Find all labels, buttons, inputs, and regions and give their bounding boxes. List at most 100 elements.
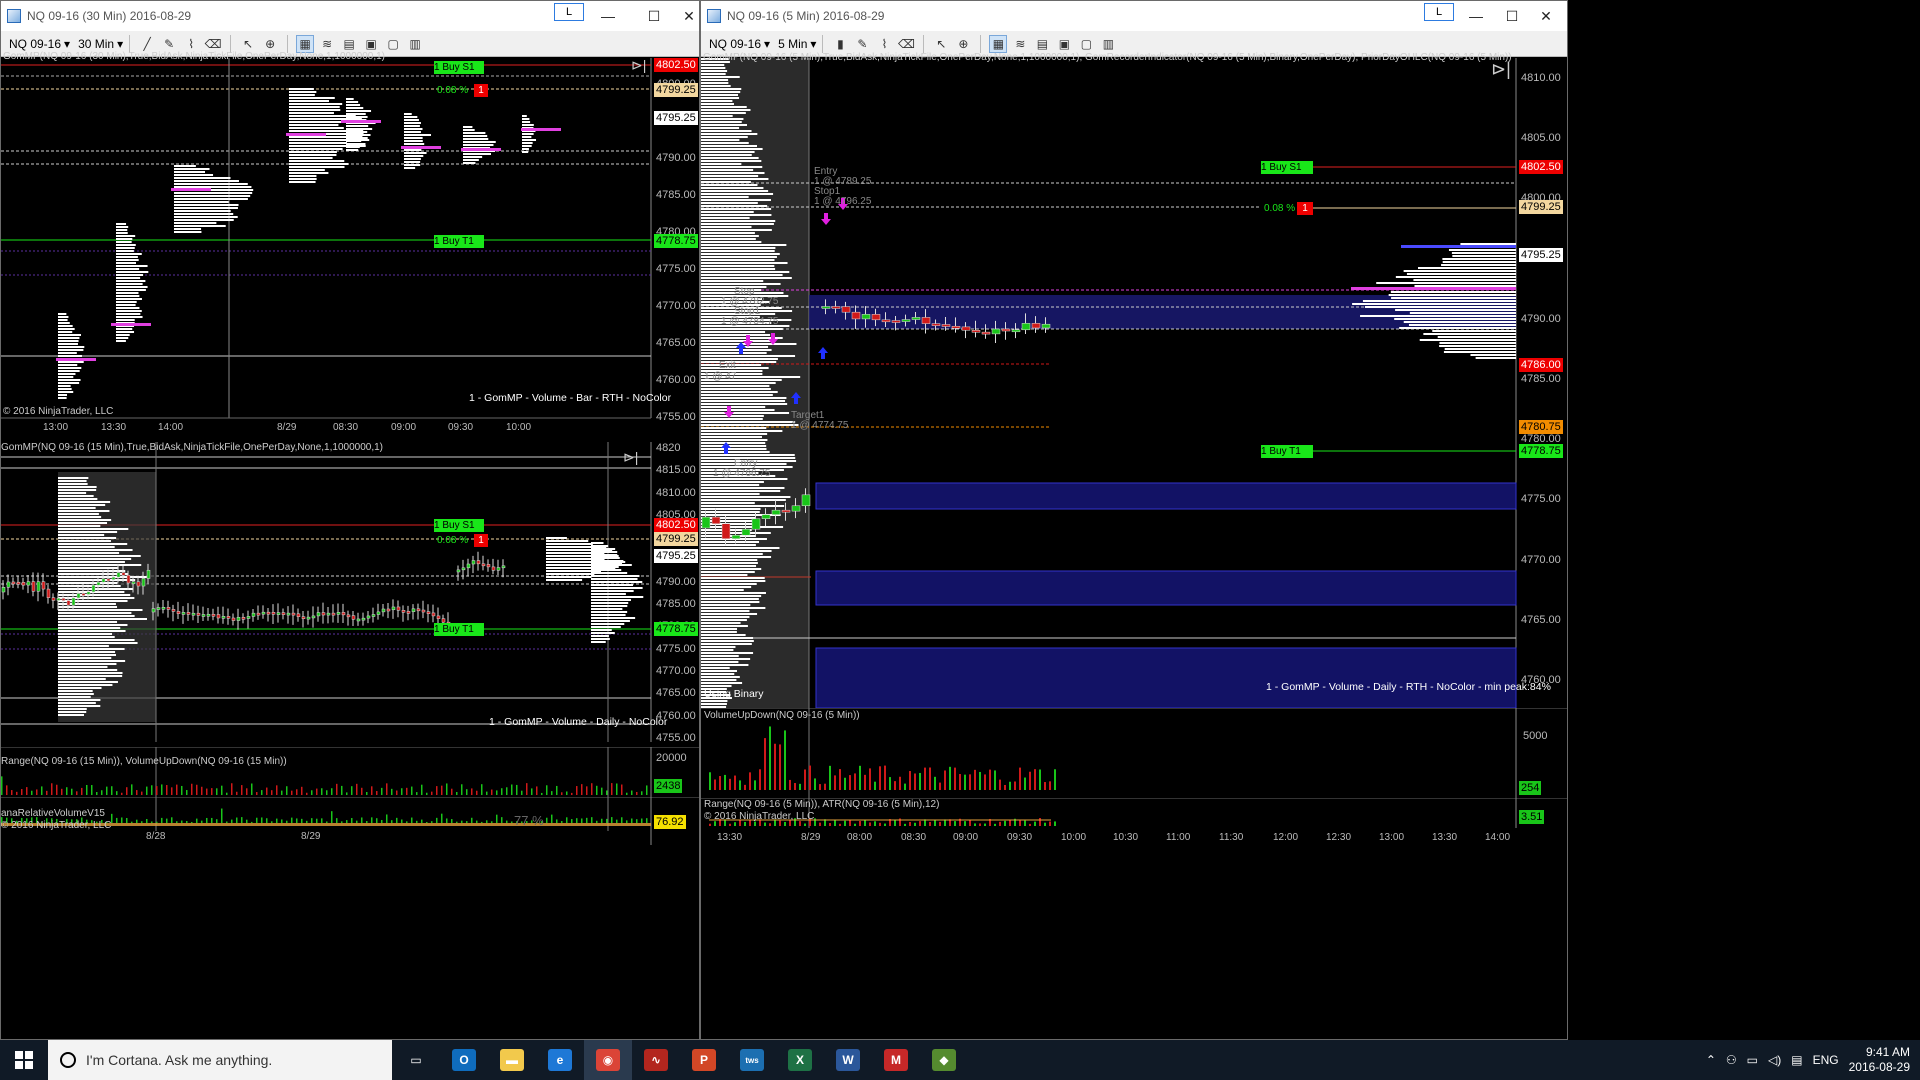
buy-s1-order[interactable]: 1 Buy S1 — [1261, 161, 1313, 174]
title-bar[interactable]: NQ 09-16 (5 Min) 2016-08-29 L — ☐ ✕ — [701, 1, 1567, 31]
close-icon[interactable]: ✕ — [677, 1, 701, 31]
people-icon[interactable]: ⚇ — [1726, 1053, 1737, 1067]
taskbar-app-button[interactable]: ▭ — [392, 1040, 440, 1080]
volume-profile-row — [289, 172, 329, 174]
taskbar-app-button[interactable]: X — [776, 1040, 824, 1080]
volume-bar — [889, 777, 891, 790]
volume-profile-row — [591, 572, 628, 574]
chevron-up-icon[interactable]: ⌃ — [1706, 1053, 1716, 1067]
start-button[interactable] — [0, 1040, 48, 1080]
range-panel-15min[interactable]: Range(NQ 09-16 (15 Min)), VolumeUpDown(N… — [1, 747, 699, 797]
pencil-icon[interactable]: ✎ — [853, 35, 871, 53]
pct-qty[interactable]: 1 — [474, 534, 488, 547]
volume-bar — [784, 730, 786, 790]
strategies-icon[interactable]: ▤ — [1033, 35, 1051, 53]
volume-bar — [46, 790, 48, 795]
link-button[interactable]: L — [554, 3, 584, 21]
chart-panel-30min[interactable]: ⊳| GomMP(NQ 09-16 (30 Min),True,BidAsk,N… — [1, 51, 699, 448]
drawing-tool-icon[interactable]: ⌇ — [875, 35, 893, 53]
volume-icon[interactable]: ◁) — [1768, 1053, 1781, 1067]
data-box-icon[interactable]: ▢ — [384, 35, 402, 53]
taskbar-app-button[interactable]: tws — [728, 1040, 776, 1080]
pointer-icon[interactable]: ↖ — [932, 35, 950, 53]
time-tick: 08:00 — [847, 832, 873, 843]
relvol-bar — [161, 817, 163, 823]
volume-profile-row — [701, 670, 737, 672]
buy-t1-order[interactable]: 1 Buy T1 — [434, 235, 484, 248]
taskbar-app-button[interactable]: O — [440, 1040, 488, 1080]
line-tool-icon[interactable]: ╱ — [138, 35, 156, 53]
taskbar-app-button[interactable]: P — [680, 1040, 728, 1080]
candle-15min — [36, 581, 41, 592]
relative-volume-panel[interactable]: anaRelativeVolumeV15 © 2016 NinjaTrader,… — [1, 797, 699, 845]
zoom-icon[interactable]: ⊕ — [261, 35, 279, 53]
volume-panel-5min[interactable]: VolumeUpDown(NQ 09-16 (5 Min)) 5000 254 — [701, 708, 1567, 798]
chart-trader-icon[interactable]: ▦ — [296, 34, 315, 53]
eraser-icon[interactable]: ⌫ — [204, 35, 222, 53]
taskbar-app-button[interactable]: ▬ — [488, 1040, 536, 1080]
network-icon[interactable]: ▭ — [1747, 1053, 1758, 1067]
buy-t1-order[interactable]: 1 Buy T1 — [434, 623, 484, 636]
minimize-icon[interactable]: — — [585, 1, 631, 31]
bar-style-icon[interactable]: ▮ — [831, 35, 849, 53]
instrument-selector[interactable]: NQ 09-16 ▾ — [9, 37, 70, 51]
pointer-icon[interactable]: ↖ — [239, 35, 257, 53]
volume-profile-row — [1390, 291, 1516, 293]
volume-profile-row — [701, 574, 748, 576]
volume-bar — [1049, 781, 1051, 790]
instrument-selector[interactable]: NQ 09-16 ▾ — [709, 37, 770, 51]
volume-profile-row — [701, 136, 748, 138]
clock[interactable]: 9:41 AM 2016-08-29 — [1849, 1045, 1910, 1075]
taskbar-app-button[interactable]: ◆ — [920, 1040, 968, 1080]
interval-selector[interactable]: 5 Min ▾ — [778, 37, 816, 51]
data-box-icon[interactable]: ▢ — [1077, 35, 1095, 53]
screenshot-icon[interactable]: ▥ — [406, 35, 424, 53]
candle-15min — [361, 617, 366, 621]
relvol-bar — [341, 821, 343, 823]
screenshot-icon[interactable]: ▥ — [1099, 35, 1117, 53]
volume-bar — [141, 791, 143, 795]
maximize-icon[interactable]: ☐ — [631, 1, 677, 31]
indicators-icon[interactable]: ≋ — [1011, 35, 1029, 53]
buy-s1-order[interactable]: 1 Buy S1 — [434, 519, 484, 532]
chart-panel-5min[interactable]: ⊳| GomMP(NQ 09-16 (5 Min),True,BidAsk,Ni… — [701, 52, 1567, 708]
volume-bar — [6, 785, 8, 795]
pct-qty[interactable]: 1 — [1297, 202, 1313, 215]
cortana-search-box[interactable]: I'm Cortana. Ask me anything. — [48, 1040, 392, 1080]
chart-trader-icon[interactable]: ▦ — [989, 34, 1008, 53]
taskbar-app-button[interactable]: W — [824, 1040, 872, 1080]
indicators-icon[interactable]: ≋ — [318, 35, 336, 53]
panel-footer: 1 - GomMP - Volume - Daily - NoColor — [489, 716, 668, 728]
range-panel-5min[interactable]: Range(NQ 09-16 (5 Min)), ATR(NQ 09-16 (5… — [701, 798, 1567, 846]
volume-profile-row — [289, 178, 317, 180]
properties-icon[interactable]: ▣ — [1055, 35, 1073, 53]
taskbar-app-button[interactable]: ◉ — [584, 1040, 632, 1080]
taskbar-app-button[interactable]: M — [872, 1040, 920, 1080]
eraser-icon[interactable]: ⌫ — [897, 35, 915, 53]
volume-bar — [76, 791, 78, 795]
close-icon[interactable]: ✕ — [1523, 1, 1569, 31]
title-bar[interactable]: NQ 09-16 (30 Min) 2016-08-29 L — ☐ ✕ — [1, 1, 699, 31]
volume-profile-row — [701, 526, 784, 528]
pencil-icon[interactable]: ✎ — [160, 35, 178, 53]
volume-profile-row — [58, 675, 123, 677]
taskbar-app-button[interactable]: e — [536, 1040, 584, 1080]
poc-marker — [1351, 287, 1516, 290]
link-button[interactable]: L — [1424, 3, 1454, 21]
pct-qty[interactable]: 1 — [474, 84, 488, 97]
zoom-icon[interactable]: ⊕ — [954, 35, 972, 53]
drawing-tool-icon[interactable]: ⌇ — [182, 35, 200, 53]
interval-selector[interactable]: 30 Min ▾ — [78, 37, 123, 51]
strategies-icon[interactable]: ▤ — [340, 35, 358, 53]
buy-t1-order[interactable]: 1 Buy T1 — [1261, 445, 1313, 458]
scroll-end-icon: ⊳| — [631, 58, 646, 73]
volume-profile-row — [58, 513, 99, 515]
taskbar-app-button[interactable]: ∿ — [632, 1040, 680, 1080]
volume-bar — [929, 767, 931, 790]
buy-s1-order[interactable]: 1 Buy S1 — [434, 61, 484, 74]
candle-15min — [41, 581, 46, 590]
action-center-icon[interactable]: ▤ — [1791, 1053, 1802, 1067]
chart-panel-15min[interactable]: ⊳| GomMP(NQ 09-16 (15 Min),True,BidAsk,N… — [1, 442, 699, 747]
language-indicator[interactable]: ENG — [1813, 1053, 1839, 1067]
properties-icon[interactable]: ▣ — [362, 35, 380, 53]
